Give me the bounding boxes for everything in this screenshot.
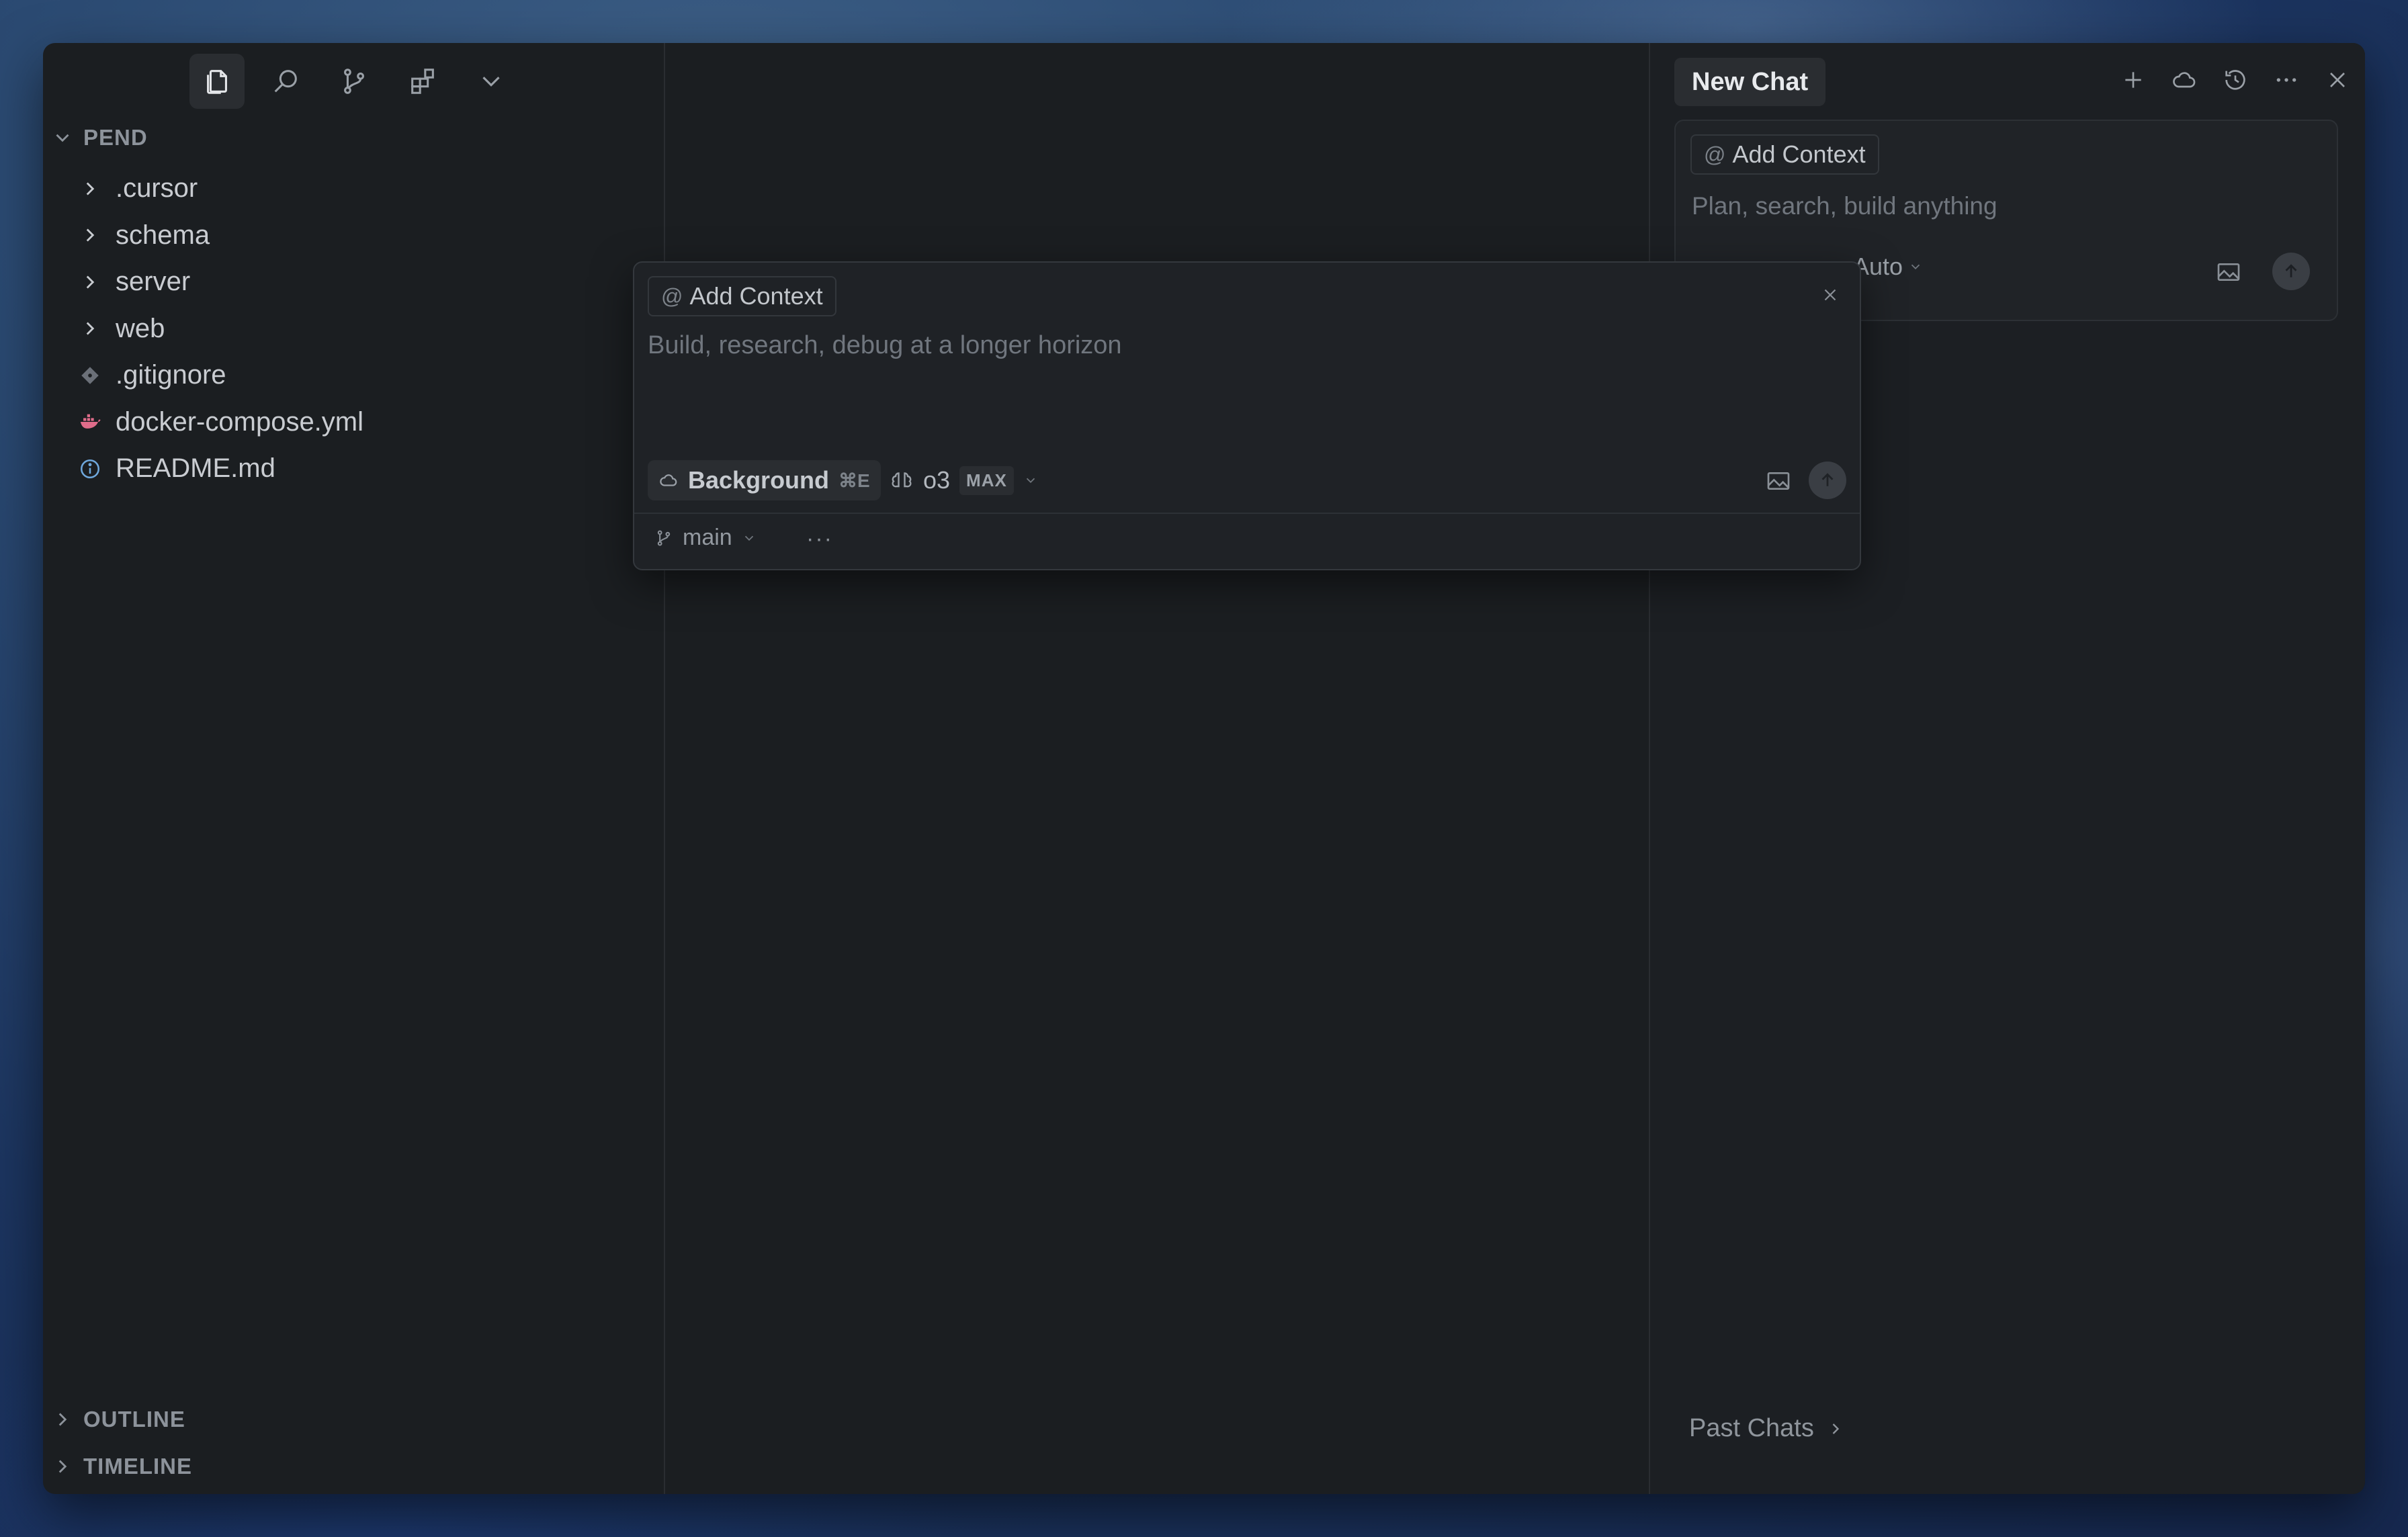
editor-area [665,43,1643,1494]
outline-section-header[interactable]: OUTLINE [51,1407,185,1432]
chevron-right-icon [58,1460,67,1473]
arrow-up-icon [1821,473,1834,486]
files-icon[interactable] [189,54,245,109]
tree-item-server[interactable]: server [70,259,363,306]
arrow-up-icon [2285,264,2297,277]
send-button[interactable] [2272,253,2310,290]
history-icon[interactable] [2219,63,2252,97]
tree-item-schema[interactable]: schema [70,212,363,259]
root-folder-label: PEND [83,125,148,150]
chevron-right-icon [70,271,110,294]
add-context-button[interactable]: @ Add Context [648,276,836,316]
popup-divider [634,513,1860,514]
chevron-right-icon [70,224,110,247]
timeline-label: TIMELINE [83,1454,192,1479]
past-chats-label: Past Chats [1689,1414,1814,1442]
add-context-label: Add Context [1732,140,1866,168]
chevron-down-icon [744,535,753,541]
background-agent-popup: @ Add Context Build, research, debug at … [633,261,1861,570]
chevron-right-icon [70,317,110,340]
tree-item-label: .gitignore [116,360,226,390]
tree-item-web[interactable]: web [70,306,363,353]
git-icon [70,364,110,387]
model-selector[interactable]: o3 MAX [890,460,1038,500]
tree-item-cursor[interactable]: .cursor [70,165,363,212]
chevron-down-icon [1026,478,1035,484]
branch-label: main [683,525,732,550]
tree-item-label: README.md [116,453,275,484]
tree-item-label: schema [116,220,210,250]
cloud-icon [660,474,677,486]
extensions-icon[interactable] [395,54,450,109]
send-button[interactable] [1809,462,1846,499]
explorer-sidebar: PEND .cursor schema server web .gitignor… [43,43,665,1494]
at-icon: @ [661,283,683,308]
background-mode-button[interactable]: Background ⌘E [648,460,881,500]
info-icon [70,457,110,480]
timeline-section-header[interactable]: TIMELINE [51,1454,192,1479]
popup-input-placeholder[interactable]: Build, research, debug at a longer horiz… [648,331,1122,360]
model-label: o3 [923,466,951,494]
max-badge: MAX [959,466,1014,495]
tree-item-gitignore[interactable]: .gitignore [70,352,363,399]
activity-toolbar [189,54,519,109]
past-chats-link[interactable]: Past Chats [1689,1414,1845,1443]
tree-item-readme[interactable]: README.md [70,445,363,492]
chat-input-placeholder[interactable]: Plan, search, build anything [1692,192,1997,220]
cloud-icon[interactable] [2167,63,2201,97]
chat-actions [2116,63,2354,97]
image-icon[interactable] [2213,257,2244,288]
chevron-down-icon [56,134,69,142]
chevron-right-icon [70,177,110,200]
background-shortcut: ⌘E [838,470,870,491]
tree-item-label: docker-compose.yml [116,406,364,437]
branch-selector[interactable]: main [654,525,757,551]
tree-item-docker-compose[interactable]: docker-compose.yml [70,399,363,446]
source-control-icon[interactable] [327,54,382,109]
outline-label: OUTLINE [83,1407,185,1432]
mode-selector[interactable]: Auto [1853,253,1923,281]
tree-item-label: server [116,267,191,297]
file-tree: .cursor schema server web .gitignore doc… [70,165,363,492]
more-options-button[interactable]: ··· [806,526,833,552]
plus-icon[interactable] [2116,63,2150,97]
chevron-down-icon [1911,264,1920,270]
chevron-right-icon [58,1413,67,1426]
brain-icon [892,472,912,488]
docker-icon [70,410,110,433]
tree-item-label: web [116,313,165,343]
chevron-right-icon [1832,1423,1840,1434]
more-icon[interactable] [2270,63,2303,97]
git-branch-icon [657,529,671,546]
explorer-root-header[interactable]: PEND [51,125,148,150]
add-context-label: Add Context [689,282,823,310]
tree-item-label: .cursor [116,173,198,204]
at-icon: @ [1704,142,1726,167]
add-context-button[interactable]: @ Add Context [1690,134,1879,175]
image-icon[interactable] [1763,466,1794,496]
chat-panel: New Chat @ Add Context Plan, search, bui… [1649,43,2365,1494]
search-icon[interactable] [258,54,313,109]
background-label: Background [688,466,830,494]
chat-tab-title[interactable]: New Chat [1674,58,1826,106]
app-window: PEND .cursor schema server web .gitignor… [43,43,2365,1494]
close-icon[interactable] [1817,281,1844,308]
close-icon[interactable] [2321,63,2354,97]
chevron-down-icon[interactable] [464,54,519,109]
